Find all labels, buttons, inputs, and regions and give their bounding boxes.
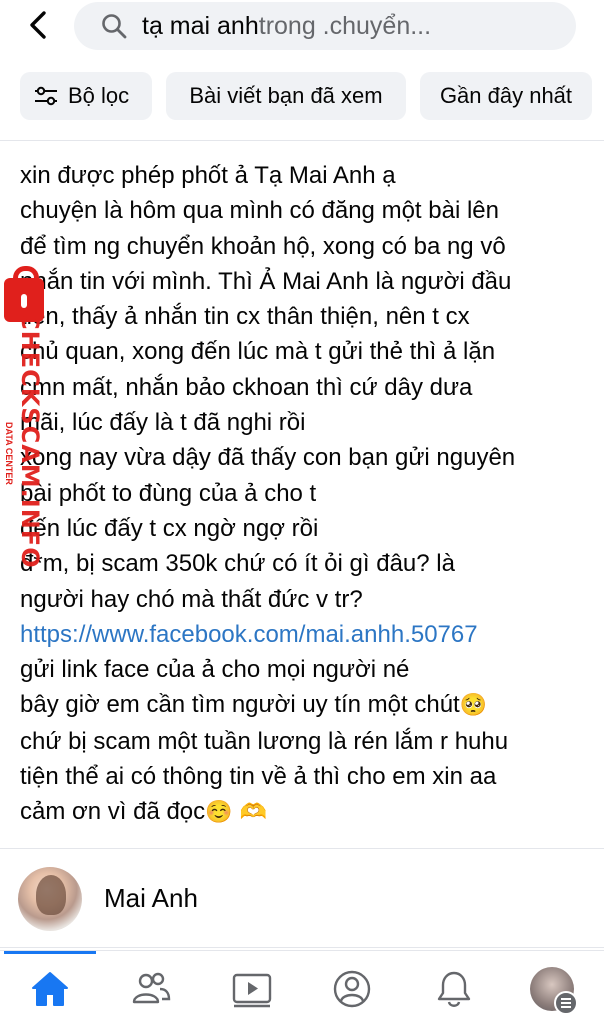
friends-icon (132, 972, 171, 1004)
filter-button[interactable]: Bộ lọc (20, 72, 152, 120)
back-button[interactable] (22, 8, 56, 42)
search-scope: trong .chuyển... (258, 11, 432, 40)
post-line: người hay chó mà thất đức v tr? (20, 585, 363, 613)
post-line: gửi link face của ả cho mọi người né (20, 656, 410, 684)
post-line: đ*m, bị scam 350k chứ có ít ỏi gì đâu? l… (20, 550, 455, 578)
post-line: tiên, thấy ả nhắn tin cx thân thiện, nên… (20, 303, 470, 331)
post-line: bây giờ em cần tìm người uy tín một chút… (20, 691, 488, 719)
nav-home[interactable] (28, 967, 72, 1011)
nav-menu[interactable] (530, 967, 578, 1015)
chip-viewed-posts[interactable]: Bài viết bạn đã xem (166, 72, 406, 120)
nav-profile[interactable] (330, 967, 374, 1011)
post-line: cmn mất, nhắn bảo ckhoan thì cứ dây dưa (20, 373, 473, 401)
post-line: đến lúc đấy t cx ngờ ngợ rồi (20, 514, 319, 542)
post-line: xin được phép phốt ả Tạ Mai Anh ạ (20, 162, 396, 189)
top-bar: tạ mai anh trong .chuyển... (0, 0, 604, 60)
smile-heart-hands-emoji: ☺️ 🫶 (205, 800, 267, 826)
chip-viewed-posts-label: Bài viết bạn đã xem (189, 83, 383, 108)
profile-card[interactable]: Mai Anh (0, 848, 604, 948)
nav-notifications[interactable] (432, 967, 476, 1011)
filter-chips: Bộ lọc Bài viết bạn đã xem Gần đây nhất (0, 72, 604, 122)
post-line: bài phốt to đùng của ả cho t (20, 479, 317, 507)
search-query: tạ mai anh (142, 11, 259, 40)
nav-watch[interactable] (230, 967, 274, 1011)
chip-most-recent[interactable]: Gần đây nhất (420, 72, 592, 120)
active-tab-indicator (4, 951, 96, 954)
post-line: để tìm ng chuyển khoản hộ, xong có ba ng… (20, 232, 506, 260)
notifications-icon (437, 971, 471, 1007)
profile-link[interactable]: https://www.facebook.com/mai.anhh.50767 (20, 621, 478, 648)
filter-label: Bộ lọc (68, 83, 130, 108)
chevron-left-icon (30, 11, 46, 39)
post-line: xong nay vừa dậy đã thấy con bạn gửi ngu… (20, 444, 516, 472)
menu-avatar[interactable] (530, 967, 578, 1015)
search-icon (102, 14, 127, 39)
post-body: xin được phép phốt ả Tạ Mai Anh ạ chuyện… (20, 158, 590, 831)
hamburger-icon (554, 991, 578, 1015)
watermark-subtext: DATA CENTER (4, 422, 14, 485)
post-line: cảm ơn vì đã đọc☺️ 🫶 (20, 798, 267, 826)
post-line: tiện thể ai có thông tin về ả thì cho em… (20, 763, 497, 791)
watch-icon (232, 973, 272, 1008)
home-icon (32, 972, 68, 1006)
chip-most-recent-label: Gần đây nhất (439, 83, 573, 108)
post-line: nhắn tin với mình. Thì Ả Mai Anh là ngườ… (20, 267, 512, 295)
search-input[interactable]: tạ mai anh trong .chuyển... (74, 2, 576, 50)
profile-icon (333, 970, 371, 1008)
watermark-text: CHECKSCAM.INFO (16, 312, 44, 569)
divider (0, 140, 604, 141)
post-line: mãi, lúc đấy là t đã nghi rồi (20, 409, 306, 437)
post-line: chứ bị scam một tuần lương là rén lắm r … (20, 727, 509, 755)
avatar[interactable] (18, 867, 82, 931)
nav-friends[interactable] (129, 967, 173, 1011)
pleading-face-emoji: 🥺 (459, 693, 488, 719)
post-line: chủ quan, xong đến lúc mà t gửi thẻ thì … (20, 338, 496, 366)
profile-name[interactable]: Mai Anh (104, 883, 198, 914)
bottom-nav (0, 950, 604, 1025)
post-line: chuyện là hôm qua mình có đăng một bài l… (20, 197, 499, 225)
sliders-icon (35, 86, 57, 106)
watermark: DATA CENTER CHECKSCAM.INFO (4, 266, 54, 572)
